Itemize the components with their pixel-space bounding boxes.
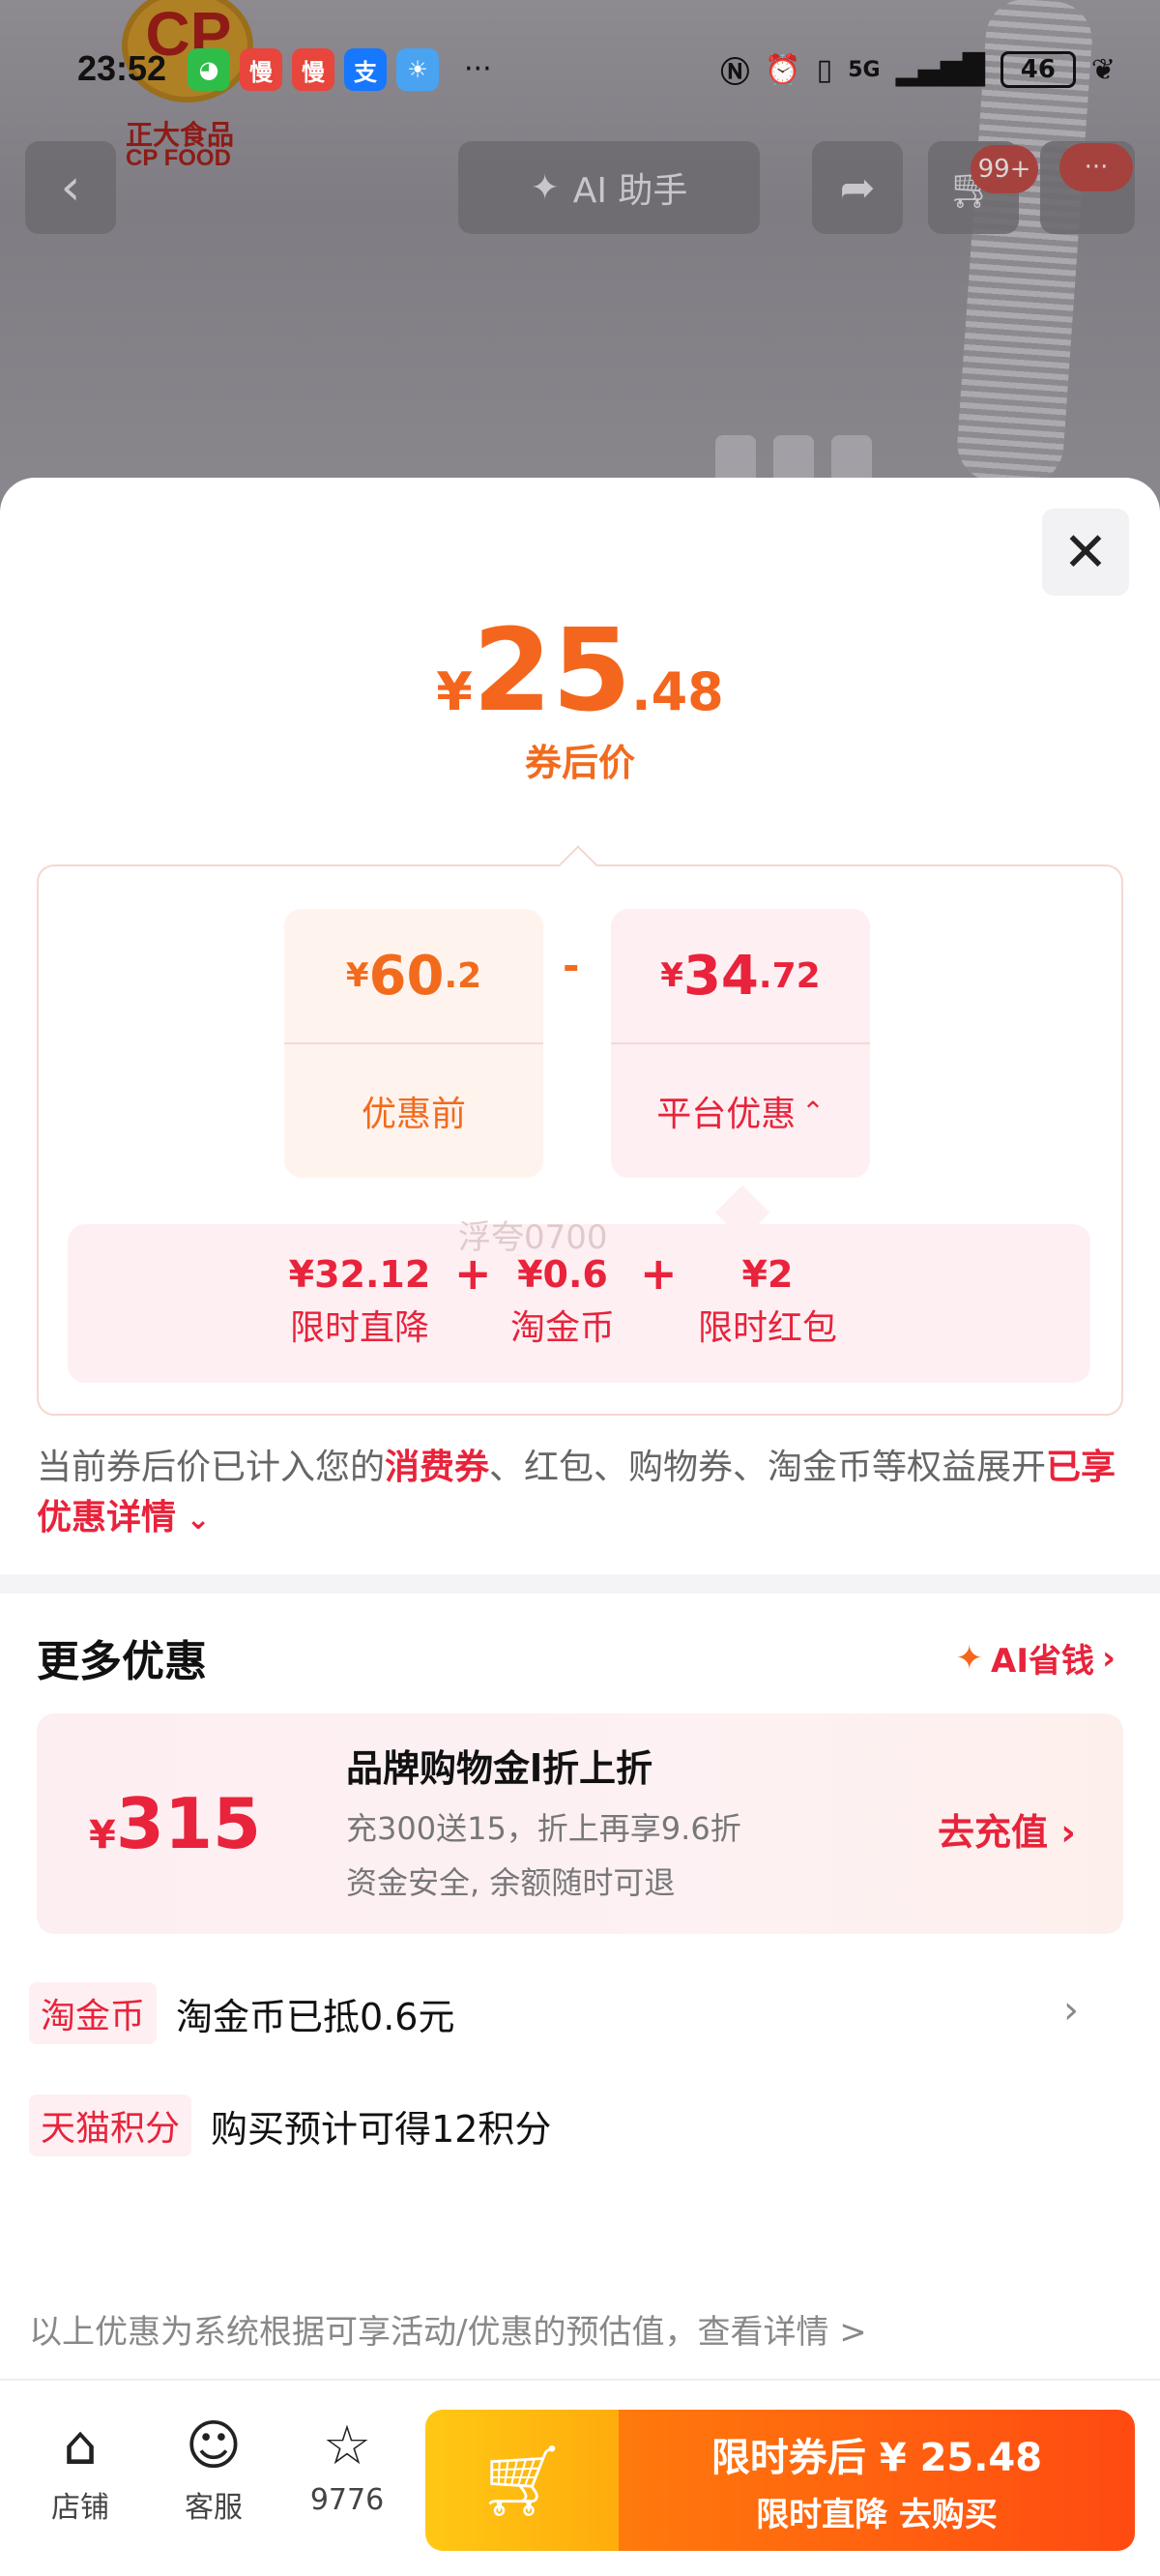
- ai-save-link[interactable]: ✦ AI省钱 ›: [956, 1634, 1116, 1682]
- taobao-coin-text: 淘金币已抵0.6元: [176, 1995, 455, 2038]
- nfc-icon: Ⓝ: [720, 56, 750, 90]
- cart-badge: 99+: [971, 145, 1038, 193]
- promo-description-1: 充300送15，折上再享9.6折: [346, 1810, 741, 1847]
- back-button[interactable]: ‹: [25, 141, 116, 234]
- more-badge: ···: [1059, 143, 1133, 191]
- status-time: 23:52: [77, 48, 167, 88]
- discount-dec: .72: [758, 955, 821, 996]
- status-app-icons: ◕ 慢慢支 ☀: [188, 48, 439, 91]
- final-price: ¥25.48: [0, 603, 1160, 737]
- chevron-down-icon: ⌄: [176, 1503, 211, 1537]
- explain-text-2: 、红包、购物券、淘金币等权益展开: [489, 1448, 1047, 1487]
- breakdown-value: ¥0.6: [517, 1253, 608, 1296]
- estimate-disclaimer-link[interactable]: 以上优惠为系统根据可享活动/优惠的预估值，查看详情 >: [29, 2305, 867, 2353]
- section-divider: [0, 1574, 1160, 1594]
- tmall-points-text: 购买预计可得12积分: [211, 2107, 552, 2151]
- recharge-label: 去充值: [938, 1811, 1049, 1854]
- breakdown-item-red-packet: ¥2 限时红包: [671, 1247, 864, 1356]
- original-price-label: 优惠前: [361, 1095, 466, 1134]
- app-man-icon: 慢: [240, 48, 282, 91]
- ai-sparkle-icon: ✦: [530, 167, 560, 208]
- buy-action-label: 限时直降 去购买: [756, 2495, 998, 2534]
- more-offers-title: 更多优惠: [37, 1637, 207, 1686]
- platform-discount-card[interactable]: ¥34.72 平台优惠 ⌃: [611, 909, 870, 1178]
- promo-title: 品牌购物金l折上折: [346, 1747, 653, 1790]
- discount-int: 34: [682, 944, 759, 1008]
- alarm-icon: ⏰: [765, 52, 801, 87]
- promo-value: 315: [115, 1783, 262, 1864]
- breakdown-item-coins: ¥0.6 淘金币: [466, 1247, 659, 1356]
- recharge-button[interactable]: 去充值 ›: [938, 1802, 1076, 1856]
- favorite-button[interactable]: ☆ 9776: [304, 2410, 391, 2517]
- chevron-up-icon: ⌃: [801, 1095, 825, 1127]
- taobao-coin-row[interactable]: 淘金币 淘金币已抵0.6元: [29, 1982, 454, 2044]
- final-price-dec: .48: [631, 661, 724, 722]
- consumption-coupon-link: 消费券: [385, 1448, 490, 1487]
- share-icon: ➦: [839, 162, 876, 213]
- price-detail-sheet: ✕ ¥25.48 券后价 ¥60.2 优惠前 - ¥34.72 平台优惠 ⌃ 浮…: [0, 478, 1160, 2576]
- service-face-icon: ☺: [185, 2415, 243, 2477]
- add-to-cart-button[interactable]: 🛒︎: [425, 2410, 619, 2551]
- ai-assistant-label: AI 助手: [572, 171, 688, 211]
- purchase-bar: 🛒︎ 限时券后 ¥ 25.48 限时直降 去购买: [425, 2410, 1135, 2551]
- breakdown-value: ¥2: [741, 1253, 794, 1296]
- alipay-icon: 支: [344, 48, 387, 91]
- store-icon: ⌂: [63, 2415, 98, 2477]
- status-indicators: Ⓝ ⏰ ▯ 5G ▂▄▆█ 46 ❦: [720, 48, 1116, 91]
- promo-description-2: 资金安全, 余额随时可退: [346, 1864, 676, 1901]
- tmall-points-row: 天猫积分 购买预计可得12积分: [29, 2094, 551, 2156]
- cart-plus-icon: 🛒︎: [478, 2439, 566, 2521]
- customer-service-button[interactable]: ☺ 客服: [170, 2410, 257, 2526]
- wechat-icon: ◕: [188, 48, 230, 91]
- close-button[interactable]: ✕: [1042, 509, 1129, 596]
- ai-save-label: AI省钱: [991, 1642, 1094, 1681]
- breakdown-value: ¥32.12: [288, 1253, 431, 1296]
- close-icon: ✕: [1062, 520, 1109, 584]
- bottom-divider: [0, 2379, 1160, 2381]
- chevron-left-icon: ‹: [60, 159, 81, 217]
- star-icon: ☆: [322, 2415, 372, 2477]
- discount-currency: ¥: [660, 956, 683, 995]
- store-label: 店铺: [51, 2491, 109, 2525]
- chevron-right-icon: ›: [1060, 1811, 1076, 1854]
- minus-sign: -: [563, 942, 580, 989]
- leaf-icon: ❦: [1090, 52, 1116, 87]
- breakdown-label: 淘金币: [509, 1308, 615, 1348]
- status-more: ···: [464, 52, 492, 86]
- brand-name-en: CP FOOD: [126, 145, 231, 171]
- service-label: 客服: [185, 2491, 243, 2525]
- signal-icon: ▂▄▆█: [895, 52, 985, 87]
- app-man-icon: 慢: [292, 48, 334, 91]
- final-price-int: 25: [472, 603, 632, 737]
- buy-price-label: 限时券后 ¥ 25.48: [710, 2435, 1043, 2480]
- battery-indicator: 46: [1000, 51, 1076, 88]
- share-button[interactable]: ➦: [812, 141, 903, 234]
- breakdown-label: 限时红包: [697, 1308, 837, 1348]
- favorite-count: 9776: [309, 2483, 385, 2517]
- buy-now-button[interactable]: 限时券后 ¥ 25.48 限时直降 去购买: [619, 2410, 1135, 2551]
- original-price-dec: .2: [444, 955, 482, 996]
- weather-icon: ☀: [396, 48, 439, 91]
- chevron-right-icon: ›: [1063, 1988, 1079, 2033]
- original-price-currency: ¥: [345, 956, 369, 995]
- taobao-coin-tag: 淘金币: [29, 1982, 158, 2044]
- final-price-currency: ¥: [436, 661, 473, 722]
- breakdown-label: 限时直降: [289, 1308, 429, 1348]
- promo-amount: ¥315: [89, 1783, 261, 1864]
- ai-save-icon: ✦: [955, 1638, 984, 1678]
- chevron-right-icon: ›: [1101, 1638, 1116, 1678]
- price-explanation: 当前券后价已计入您的消费券、红包、购物券、淘金币等权益展开已享优惠详情 ⌄: [37, 1443, 1123, 1545]
- ai-assistant-button[interactable]: ✦ AI 助手: [458, 141, 760, 234]
- promo-currency: ¥: [89, 1813, 116, 1858]
- breakdown-item-direct-cut: ¥32.12 限时直降: [263, 1247, 456, 1356]
- final-price-label: 券后价: [524, 742, 635, 784]
- tmall-points-tag: 天猫积分: [29, 2094, 192, 2156]
- store-button[interactable]: ⌂ 店铺: [37, 2410, 124, 2526]
- network-label: 5G: [848, 57, 881, 82]
- original-price-card: ¥60.2 优惠前: [284, 909, 543, 1178]
- explain-text-1: 当前券后价已计入您的: [37, 1448, 386, 1487]
- original-price-int: 60: [368, 944, 445, 1008]
- discount-label: 平台优惠: [656, 1095, 797, 1134]
- vibrate-icon: ▯: [816, 52, 833, 87]
